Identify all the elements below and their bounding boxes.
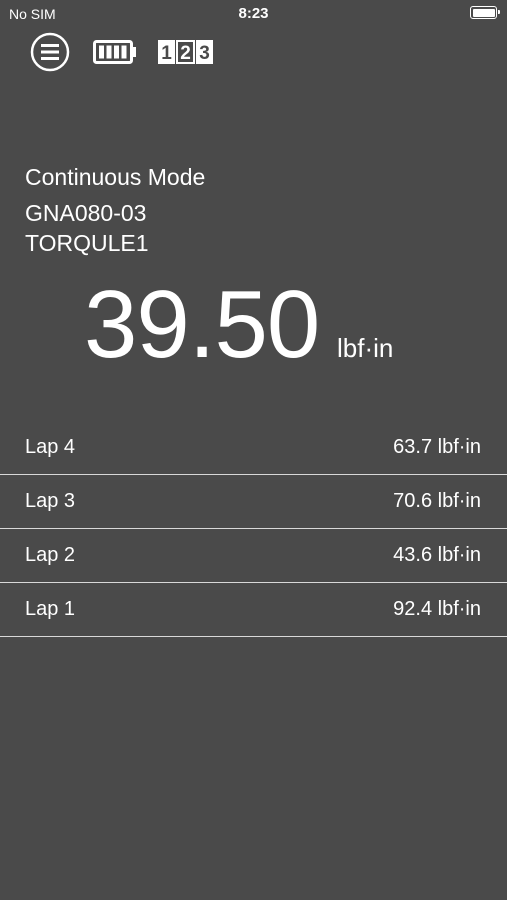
lap-row: Lap 2 43.6 lbf·in (0, 529, 507, 583)
lap-label: Lap 4 (25, 436, 76, 458)
lap-label: Lap 3 (25, 490, 76, 512)
status-time: 8:23 (238, 5, 269, 22)
lap-row: Lap 3 70.6 lbf·in (0, 475, 507, 529)
torque-reading: 39.50 (84, 271, 320, 378)
lap-value: 63.7 lbf·in (393, 436, 481, 458)
device-name: TORQULE1 (25, 230, 149, 256)
lap-label: Lap 2 (25, 544, 76, 566)
counter-digit-2: 2 (180, 43, 191, 64)
counter-digit-3: 3 (199, 43, 210, 64)
lap-label: Lap 1 (25, 598, 76, 620)
status-bar: No SIM 8:23 (0, 0, 507, 28)
menu-button[interactable] (30, 32, 70, 72)
counter-digit-1: 1 (161, 43, 172, 64)
lap-row: Lap 4 63.7 lbf·in (0, 421, 507, 475)
lap-value: 43.6 lbf·in (393, 544, 481, 566)
mode-label: Continuous Mode (25, 164, 206, 190)
lap-list: Lap 4 63.7 lbf·in Lap 3 70.6 lbf·in Lap … (0, 421, 507, 637)
hamburger-menu-icon (30, 32, 70, 72)
lap-value: 70.6 lbf·in (393, 490, 481, 512)
reading-unit: lbf·in (337, 333, 394, 363)
model-label: GNA080-03 (25, 200, 147, 226)
lap-value: 92.4 lbf·in (393, 598, 481, 620)
phone-battery-icon (470, 6, 500, 19)
counter-123-icon[interactable]: 1 2 3 (158, 40, 214, 64)
lap-row: Lap 1 92.4 lbf·in (0, 583, 507, 637)
device-battery-icon (93, 40, 137, 64)
